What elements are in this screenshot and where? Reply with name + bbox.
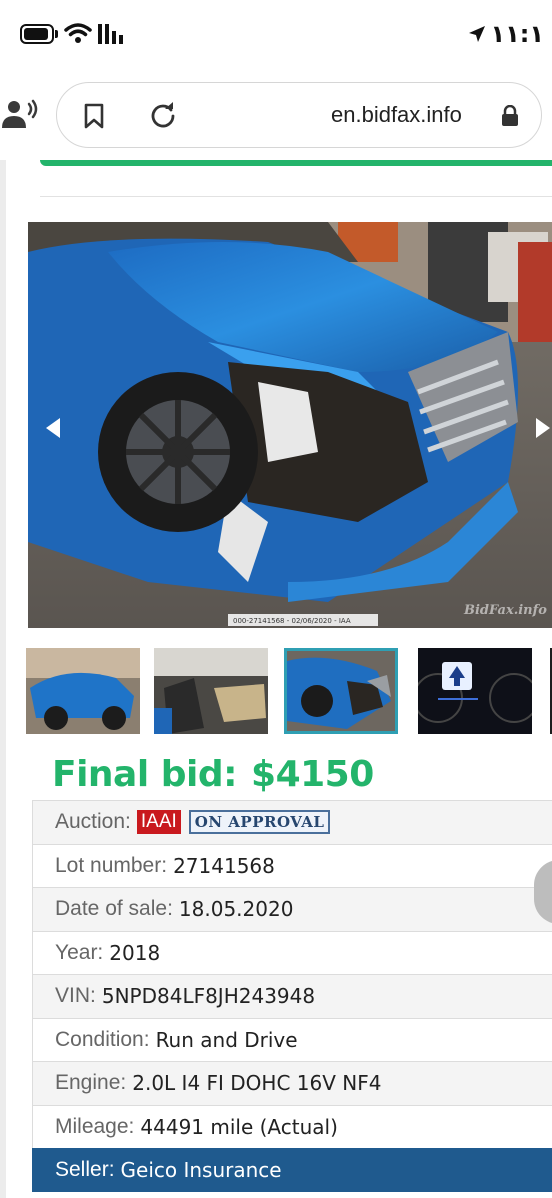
lot-label: Lot number:: [55, 853, 168, 877]
engine-value: 2.0L I4 FI DOHC 16V NF4: [132, 1071, 382, 1096]
engine-label: Engine:: [55, 1071, 127, 1095]
page-content: 000-27141568 - 02/06/2020 - IAA BidFax.i…: [0, 160, 552, 1198]
battery-tip: [55, 30, 58, 38]
browser-toolbar: en.bidfax.info: [0, 70, 552, 160]
battery-icon: [20, 24, 54, 44]
date-label: Date of sale:: [55, 897, 173, 921]
year-value: 2018: [109, 940, 161, 965]
condition-label: Condition:: [55, 1027, 150, 1051]
vin-value: 5NPD84LF8JH243948: [101, 984, 316, 1009]
thumbnail-3-selected[interactable]: [284, 648, 398, 734]
address-bar[interactable]: en.bidfax.info: [56, 82, 542, 148]
detail-row-seller: Seller: Geico Insurance: [32, 1148, 552, 1192]
final-bid-label: Final bid:: [52, 754, 238, 795]
status-time: ١١:١: [490, 20, 544, 48]
url-text: en.bidfax.info: [331, 102, 462, 127]
condition-value: Run and Drive: [155, 1027, 298, 1052]
auction-badge: IAAI: [136, 810, 181, 835]
accent-divider: [40, 160, 552, 166]
seller-value: Geico Insurance: [120, 1157, 282, 1182]
detail-row-date: Date of sale: 18.05.2020: [32, 887, 552, 931]
lot-details: Auction: IAAI ON APPROVAL Lot number: 27…: [32, 800, 552, 1192]
signal-icon: [98, 24, 123, 44]
lock-icon: [502, 105, 518, 126]
final-bid: Final bid: $4150: [52, 754, 374, 795]
status-bar: ١١:١: [0, 0, 552, 70]
detail-row-auction: Auction: IAAI ON APPROVAL: [32, 800, 552, 844]
thumbnail-2[interactable]: [154, 648, 268, 734]
damaged-car-photo: 000-27141568 - 02/06/2020 - IAA BidFax.i…: [28, 222, 552, 628]
date-value: 18.05.2020: [178, 897, 294, 922]
detail-row-lot: Lot number: 27141568: [32, 843, 552, 887]
thumbnail-4[interactable]: [418, 648, 532, 734]
year-label: Year:: [55, 940, 104, 964]
approval-status-badge: ON APPROVAL: [188, 810, 331, 835]
location-arrow-icon: [469, 26, 486, 42]
mileage-label: Mileage:: [55, 1114, 135, 1138]
lot-value: 27141568: [173, 853, 275, 878]
auction-label: Auction:: [55, 810, 131, 834]
bookmark-icon[interactable]: [83, 103, 105, 129]
reload-icon[interactable]: [149, 101, 177, 129]
vin-label: VIN:: [55, 984, 96, 1008]
status-clock: ١١:١: [468, 20, 544, 48]
detail-row-year: Year: 2018: [32, 930, 552, 974]
main-photo[interactable]: 000-27141568 - 02/06/2020 - IAA BidFax.i…: [28, 222, 552, 628]
mileage-value: 44491 mile (Actual): [140, 1114, 338, 1139]
wifi-icon: [64, 23, 92, 43]
reader-mode-icon[interactable]: [0, 98, 40, 130]
seller-label: Seller:: [55, 1157, 115, 1181]
previous-photo-arrow-icon[interactable]: [44, 416, 62, 440]
page-left-border: [0, 160, 6, 1198]
detail-row-vin: VIN: 5NPD84LF8JH243948: [32, 974, 552, 1018]
final-bid-amount: $4150: [251, 754, 374, 795]
next-photo-arrow-icon[interactable]: [534, 416, 552, 440]
photo-watermark: BidFax.info: [463, 603, 547, 618]
thumbnail-1[interactable]: [26, 648, 140, 734]
detail-row-condition: Condition: Run and Drive: [32, 1017, 552, 1061]
thumbnail-strip: [26, 648, 552, 734]
detail-row-mileage: Mileage: 44491 mile (Actual): [32, 1104, 552, 1148]
detail-row-engine: Engine: 2.0L I4 FI DOHC 16V NF4: [32, 1061, 552, 1105]
divider: [40, 196, 552, 197]
photo-caption: 000-27141568 - 02/06/2020 - IAA: [233, 617, 351, 625]
